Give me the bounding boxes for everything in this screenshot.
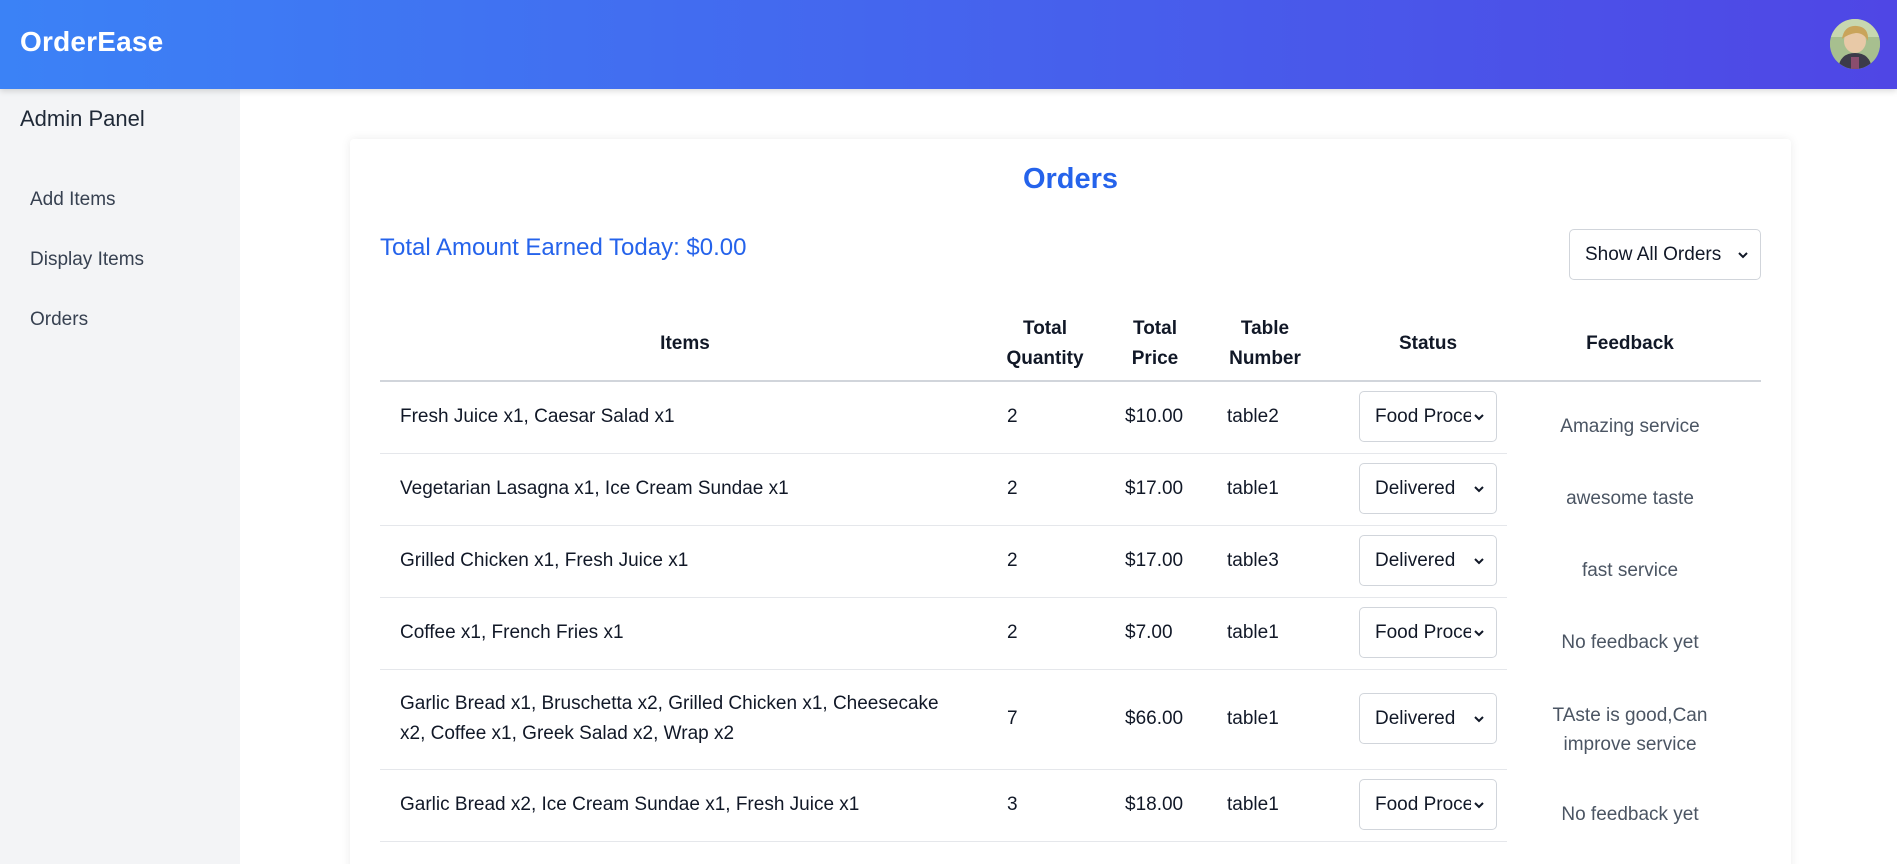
order-status-select[interactable]: Delivered (1359, 463, 1497, 514)
order-status-value: Delivered (1375, 478, 1456, 499)
order-table: table1 (1227, 622, 1279, 643)
order-items-line1: Garlic Bread x1, Bruschetta x2, Grilled … (400, 693, 939, 714)
row-divider (380, 597, 1507, 598)
order-items: Grilled Chicken x1, Fresh Juice x1 (400, 550, 689, 571)
order-status-select[interactable]: Food Processing (1359, 607, 1497, 658)
avatar[interactable] (1830, 19, 1880, 69)
column-header-items: Items (660, 333, 710, 354)
chevron-down-icon (1738, 252, 1748, 259)
page-title: Orders (1022, 163, 1119, 195)
row-divider (380, 453, 1507, 454)
order-feedback-line2: improve service (1563, 734, 1697, 755)
order-feedback: Amazing service (1560, 416, 1700, 437)
row-divider (380, 669, 1507, 670)
order-quantity: 2 (1007, 550, 1018, 571)
order-price: $17.00 (1125, 478, 1184, 499)
order-table: table2 (1227, 406, 1279, 427)
order-items: Coffee x1, French Fries x1 (400, 622, 624, 643)
order-items: Fresh Juice x1, Caesar Salad x1 (400, 406, 675, 427)
chevron-down-icon (1474, 630, 1484, 637)
order-status-select[interactable]: Food Processing (1359, 391, 1497, 442)
order-price: $10.00 (1125, 406, 1184, 427)
order-feedback-line1: TAste is good,Can (1552, 705, 1708, 726)
column-header-total-price-line1: Total (1133, 318, 1177, 339)
order-feedback: awesome taste (1566, 488, 1694, 509)
order-quantity: 2 (1007, 406, 1018, 427)
chevron-down-icon (1474, 716, 1484, 723)
orders-filter-value: Show All Orders (1585, 243, 1722, 265)
chevron-down-icon (1474, 486, 1484, 493)
column-header-total-price-line2: Price (1131, 348, 1179, 369)
orders-filter-select[interactable]: Show All Orders (1569, 229, 1761, 280)
order-status-value: Food Processing (1375, 406, 1471, 427)
order-table: table1 (1227, 478, 1279, 499)
order-quantity: 2 (1007, 478, 1018, 499)
order-status-value: Food Processing (1375, 622, 1471, 643)
top-navbar: OrderEase (0, 0, 1897, 89)
order-feedback: No feedback yet (1561, 804, 1699, 825)
column-header-total-price: Total Price (1100, 314, 1210, 374)
order-status-value: Food Processing (1375, 794, 1471, 815)
row-divider (380, 525, 1507, 526)
order-table: table1 (1227, 794, 1279, 815)
order-status-select[interactable]: Delivered (1359, 535, 1497, 586)
avatar-image (1830, 19, 1880, 69)
column-header-total-quantity-line2: Quantity (1006, 348, 1084, 369)
column-header-total-quantity-line1: Total (1023, 318, 1067, 339)
order-price: $7.00 (1125, 622, 1173, 643)
sidebar: Admin Panel Add Items Display Items Orde… (0, 89, 240, 864)
order-status-select[interactable]: Food Processing (1359, 779, 1497, 830)
order-quantity: 2 (1007, 622, 1018, 643)
order-feedback: fast service (1581, 560, 1679, 581)
column-header-status: Status (1398, 333, 1458, 354)
brand-logo[interactable]: OrderEase (20, 26, 163, 58)
chevron-down-icon (1474, 802, 1484, 809)
orders-card: Orders Total Amount Earned Today: $0.00 … (350, 139, 1791, 864)
order-price: $18.00 (1125, 794, 1184, 815)
sidebar-item-orders[interactable]: Orders (30, 309, 88, 331)
total-earned-today: Total Amount Earned Today: $0.00 (380, 234, 747, 261)
row-divider (380, 841, 1507, 842)
order-table: table1 (1227, 708, 1279, 729)
order-quantity: 7 (1007, 708, 1018, 729)
column-header-table-number-line2: Number (1229, 348, 1301, 369)
order-price: $66.00 (1125, 708, 1184, 729)
column-header-table-number: Table Number (1210, 314, 1320, 374)
main-content: Orders Total Amount Earned Today: $0.00 … (240, 89, 1897, 864)
column-header-feedback: Feedback (1586, 333, 1674, 354)
order-items: Vegetarian Lasagna x1, Ice Cream Sundae … (400, 478, 789, 499)
sidebar-item-display-items[interactable]: Display Items (30, 249, 144, 271)
row-divider (380, 769, 1507, 770)
sidebar-title: Admin Panel (20, 106, 145, 131)
sidebar-item-add-items[interactable]: Add Items (30, 189, 116, 211)
order-items: Garlic Bread x2, Ice Cream Sundae x1, Fr… (400, 794, 860, 815)
order-price: $17.00 (1125, 550, 1184, 571)
order-status-value: Delivered (1375, 550, 1456, 571)
order-feedback: No feedback yet (1561, 632, 1699, 653)
order-status-select[interactable]: Delivered (1359, 693, 1497, 744)
order-table: table3 (1227, 550, 1279, 571)
order-quantity: 3 (1007, 794, 1018, 815)
chevron-down-icon (1474, 414, 1484, 421)
column-header-total-quantity: Total Quantity (990, 314, 1100, 374)
table-header-divider (380, 380, 1761, 382)
chevron-down-icon (1474, 558, 1484, 565)
column-header-table-number-line1: Table (1240, 318, 1290, 339)
order-status-value: Delivered (1375, 708, 1456, 729)
order-items-line2: x2, Coffee x1, Greek Salad x2, Wrap x2 (400, 723, 735, 744)
